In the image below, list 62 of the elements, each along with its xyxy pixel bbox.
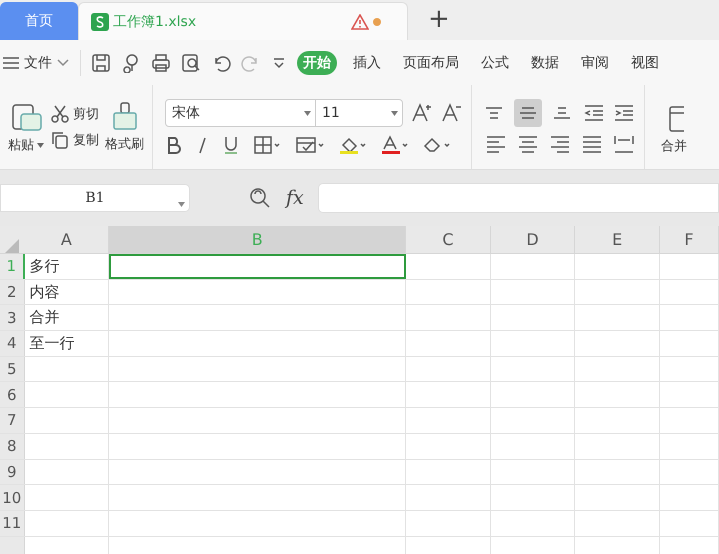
underline-icon[interactable] xyxy=(223,135,239,155)
fill-color-icon[interactable] xyxy=(339,135,367,155)
copy-button[interactable]: 复制 xyxy=(50,130,99,150)
table-cell: 至一行 xyxy=(24,331,110,356)
caret-icon xyxy=(37,142,44,148)
function-button[interactable]: fx xyxy=(286,187,304,209)
cell-format-icon[interactable] xyxy=(295,135,325,155)
formula-field[interactable] xyxy=(318,183,719,213)
row-header[interactable]: 8 xyxy=(0,434,25,458)
row-header[interactable]: 10 xyxy=(0,485,25,510)
selected-cell[interactable] xyxy=(109,254,406,279)
table-cell: 多行 xyxy=(24,254,110,279)
scissors-icon[interactable] xyxy=(50,104,70,124)
ribbon-tab[interactable]: 视图 xyxy=(625,50,665,74)
copy-icon[interactable] xyxy=(50,130,70,150)
name-box[interactable]: B1 xyxy=(0,184,190,212)
column-header[interactable]: C xyxy=(406,226,491,253)
font-color-icon[interactable] xyxy=(381,135,409,155)
row-header[interactable]: 6 xyxy=(0,382,25,408)
home-tab[interactable]: 首页 xyxy=(0,2,78,40)
cut-button[interactable]: 剪切 xyxy=(50,104,99,124)
spreadsheet-icon xyxy=(91,12,109,30)
merge-button[interactable]: 合并 xyxy=(661,137,687,155)
row-header[interactable]: 2 xyxy=(0,280,25,304)
column-header[interactable]: E xyxy=(575,226,660,253)
align-top-icon xyxy=(485,107,503,119)
print-icon[interactable] xyxy=(151,52,171,72)
print-preview-icon[interactable] xyxy=(181,52,201,72)
format-painter-button[interactable]: 格式刷 xyxy=(105,135,144,153)
table-cell: 内容 xyxy=(24,280,110,304)
align-middle-icon xyxy=(519,107,537,119)
shrink-font-icon[interactable] xyxy=(441,102,463,124)
new-tab-button[interactable]: + xyxy=(428,4,450,34)
align-bottom-icon xyxy=(553,107,571,119)
file-menu[interactable]: 文件 xyxy=(24,54,52,72)
bold-icon[interactable] xyxy=(165,135,181,155)
save-icon[interactable] xyxy=(91,52,111,72)
caret-icon xyxy=(178,202,185,207)
distribute-icon[interactable] xyxy=(612,133,634,155)
warning-icon xyxy=(351,14,369,30)
zoom-icon[interactable] xyxy=(248,186,272,210)
table-cell: 合并 xyxy=(24,305,110,330)
ribbon-tab[interactable]: 公式 xyxy=(475,50,515,74)
row-header[interactable]: 3 xyxy=(0,305,25,330)
row-header[interactable]: 7 xyxy=(0,408,25,433)
document-tab[interactable]: 工作簿1.xlsx xyxy=(78,2,408,40)
ribbon-tab[interactable]: 审阅 xyxy=(575,50,615,74)
row-header[interactable]: 5 xyxy=(0,356,25,382)
ribbon-tab[interactable]: 数据 xyxy=(525,50,565,74)
row-header[interactable]: 4 xyxy=(0,331,25,356)
ribbon-tab[interactable]: 页面布局 xyxy=(397,50,465,74)
ribbon-tab[interactable]: 插入 xyxy=(347,50,387,74)
align-middle-button[interactable] xyxy=(514,99,542,127)
eraser-icon[interactable] xyxy=(423,135,451,155)
grow-font-icon[interactable] xyxy=(411,102,433,124)
row-header[interactable]: 9 xyxy=(0,460,25,484)
paste-button[interactable]: 粘贴 xyxy=(8,136,44,154)
tab-title: 工作簿1.xlsx xyxy=(113,12,198,30)
column-header[interactable]: F xyxy=(660,226,719,253)
row-header[interactable]: 11 xyxy=(0,510,25,536)
borders-icon[interactable] xyxy=(253,135,281,155)
column-header[interactable]: D xyxy=(490,226,576,253)
